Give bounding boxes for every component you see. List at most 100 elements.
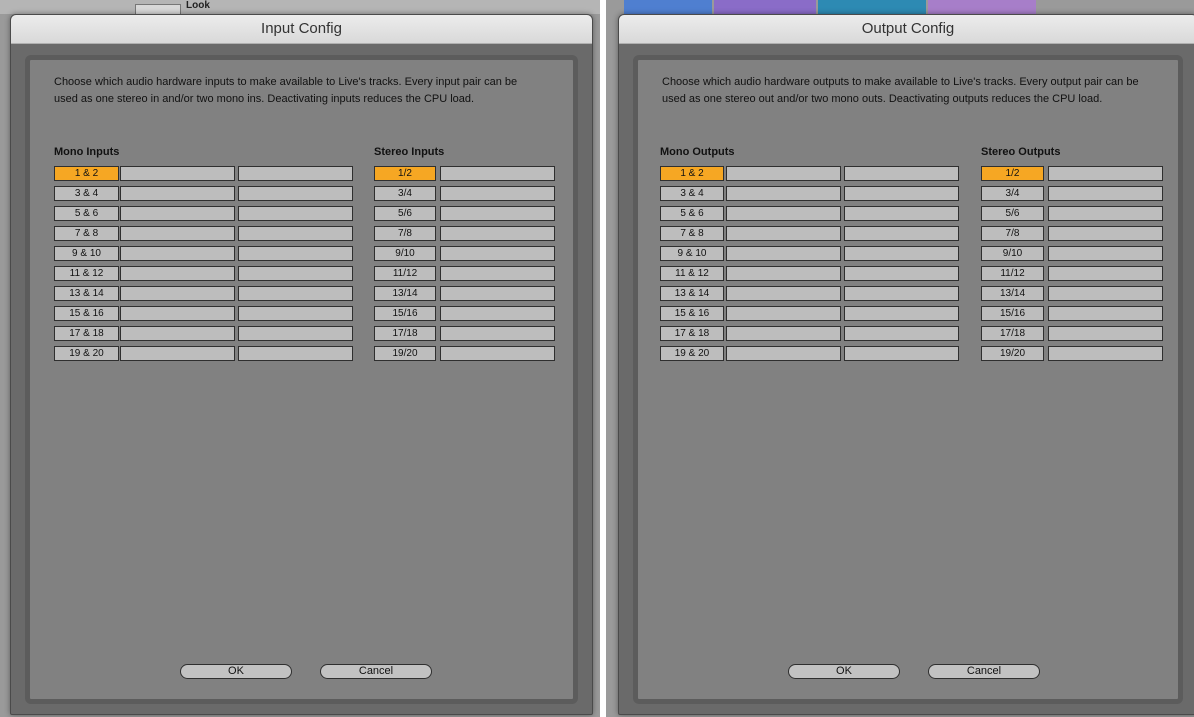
mono-channel-toggle[interactable] <box>726 246 841 261</box>
stereo-pair-toggle[interactable]: 11/12 <box>374 266 436 281</box>
stereo-pair-toggle[interactable]: 7/8 <box>981 226 1044 241</box>
mono-pair-toggle[interactable]: 3 & 4 <box>660 186 724 201</box>
mono-channel-toggle[interactable] <box>120 166 235 181</box>
mono-channel-toggle[interactable] <box>238 246 353 261</box>
ok-button[interactable]: OK <box>180 664 292 679</box>
mono-channel-toggle[interactable] <box>120 346 235 361</box>
stereo-channel-toggle[interactable] <box>1048 186 1163 201</box>
stereo-pair-toggle[interactable]: 17/18 <box>981 326 1044 341</box>
mono-pair-toggle[interactable]: 19 & 20 <box>660 346 724 361</box>
mono-pair-toggle[interactable]: 5 & 6 <box>54 206 119 221</box>
mono-channel-toggle[interactable] <box>844 226 959 241</box>
mono-pair-toggle[interactable]: 1 & 2 <box>54 166 119 181</box>
stereo-channel-toggle[interactable] <box>1048 326 1163 341</box>
mono-pair-toggle[interactable]: 9 & 10 <box>54 246 119 261</box>
mono-channel-toggle[interactable] <box>844 266 959 281</box>
stereo-pair-toggle[interactable]: 17/18 <box>374 326 436 341</box>
ok-button[interactable]: OK <box>788 664 900 679</box>
mono-pair-toggle[interactable]: 5 & 6 <box>660 206 724 221</box>
mono-channel-toggle[interactable] <box>726 286 841 301</box>
stereo-pair-toggle[interactable]: 5/6 <box>374 206 436 221</box>
stereo-channel-toggle[interactable] <box>440 346 555 361</box>
stereo-channel-toggle[interactable] <box>1048 346 1163 361</box>
stereo-pair-toggle[interactable]: 3/4 <box>981 186 1044 201</box>
stereo-pair-toggle[interactable]: 7/8 <box>374 226 436 241</box>
stereo-pair-toggle[interactable]: 15/16 <box>981 306 1044 321</box>
mono-channel-toggle[interactable] <box>726 266 841 281</box>
mono-pair-toggle[interactable]: 15 & 16 <box>660 306 724 321</box>
mono-channel-toggle[interactable] <box>726 186 841 201</box>
stereo-channel-toggle[interactable] <box>1048 306 1163 321</box>
mono-channel-toggle[interactable] <box>120 206 235 221</box>
stereo-pair-toggle[interactable]: 19/20 <box>981 346 1044 361</box>
mono-pair-toggle[interactable]: 9 & 10 <box>660 246 724 261</box>
stereo-channel-toggle[interactable] <box>440 306 555 321</box>
mono-channel-toggle[interactable] <box>238 306 353 321</box>
mono-pair-toggle[interactable]: 13 & 14 <box>660 286 724 301</box>
mono-pair-toggle[interactable]: 7 & 8 <box>660 226 724 241</box>
cancel-button[interactable]: Cancel <box>928 664 1040 679</box>
mono-channel-toggle[interactable] <box>120 246 235 261</box>
mono-channel-toggle[interactable] <box>844 166 959 181</box>
stereo-pair-toggle[interactable]: 13/14 <box>374 286 436 301</box>
mono-pair-toggle[interactable]: 13 & 14 <box>54 286 119 301</box>
stereo-channel-toggle[interactable] <box>1048 266 1163 281</box>
mono-pair-toggle[interactable]: 1 & 2 <box>660 166 724 181</box>
mono-pair-toggle[interactable]: 11 & 12 <box>660 266 724 281</box>
cancel-button[interactable]: Cancel <box>320 664 432 679</box>
stereo-channel-toggle[interactable] <box>1048 286 1163 301</box>
mono-pair-toggle[interactable]: 15 & 16 <box>54 306 119 321</box>
mono-channel-toggle[interactable] <box>726 346 841 361</box>
mono-channel-toggle[interactable] <box>844 306 959 321</box>
stereo-pair-toggle[interactable]: 5/6 <box>981 206 1044 221</box>
mono-channel-toggle[interactable] <box>844 246 959 261</box>
stereo-channel-toggle[interactable] <box>440 326 555 341</box>
mono-channel-toggle[interactable] <box>726 226 841 241</box>
stereo-channel-toggle[interactable] <box>440 166 555 181</box>
mono-channel-toggle[interactable] <box>120 226 235 241</box>
stereo-channel-toggle[interactable] <box>440 186 555 201</box>
mono-channel-toggle[interactable] <box>844 206 959 221</box>
mono-pair-toggle[interactable]: 7 & 8 <box>54 226 119 241</box>
stereo-pair-toggle[interactable]: 9/10 <box>981 246 1044 261</box>
mono-channel-toggle[interactable] <box>844 346 959 361</box>
stereo-channel-toggle[interactable] <box>440 246 555 261</box>
stereo-channel-toggle[interactable] <box>440 226 555 241</box>
stereo-channel-toggle[interactable] <box>1048 206 1163 221</box>
stereo-pair-toggle[interactable]: 9/10 <box>374 246 436 261</box>
stereo-pair-toggle[interactable]: 13/14 <box>981 286 1044 301</box>
stereo-channel-toggle[interactable] <box>440 266 555 281</box>
stereo-pair-toggle[interactable]: 11/12 <box>981 266 1044 281</box>
mono-channel-toggle[interactable] <box>120 186 235 201</box>
mono-pair-toggle[interactable]: 19 & 20 <box>54 346 119 361</box>
mono-channel-toggle[interactable] <box>238 226 353 241</box>
stereo-pair-toggle[interactable]: 1/2 <box>374 166 436 181</box>
mono-channel-toggle[interactable] <box>120 326 235 341</box>
stereo-pair-toggle[interactable]: 19/20 <box>374 346 436 361</box>
mono-channel-toggle[interactable] <box>238 186 353 201</box>
stereo-channel-toggle[interactable] <box>1048 226 1163 241</box>
mono-channel-toggle[interactable] <box>238 346 353 361</box>
mono-channel-toggle[interactable] <box>844 286 959 301</box>
mono-channel-toggle[interactable] <box>726 306 841 321</box>
stereo-pair-toggle[interactable]: 1/2 <box>981 166 1044 181</box>
mono-channel-toggle[interactable] <box>726 326 841 341</box>
mono-channel-toggle[interactable] <box>120 266 235 281</box>
stereo-channel-toggle[interactable] <box>1048 166 1163 181</box>
mono-channel-toggle[interactable] <box>238 266 353 281</box>
mono-channel-toggle[interactable] <box>238 286 353 301</box>
mono-channel-toggle[interactable] <box>238 326 353 341</box>
mono-channel-toggle[interactable] <box>120 306 235 321</box>
mono-channel-toggle[interactable] <box>238 166 353 181</box>
mono-channel-toggle[interactable] <box>238 206 353 221</box>
mono-channel-toggle[interactable] <box>844 326 959 341</box>
mono-channel-toggle[interactable] <box>726 166 841 181</box>
mono-pair-toggle[interactable]: 17 & 18 <box>660 326 724 341</box>
stereo-pair-toggle[interactable]: 3/4 <box>374 186 436 201</box>
mono-channel-toggle[interactable] <box>844 186 959 201</box>
stereo-channel-toggle[interactable] <box>440 206 555 221</box>
mono-channel-toggle[interactable] <box>120 286 235 301</box>
mono-channel-toggle[interactable] <box>726 206 841 221</box>
mono-pair-toggle[interactable]: 17 & 18 <box>54 326 119 341</box>
stereo-channel-toggle[interactable] <box>440 286 555 301</box>
